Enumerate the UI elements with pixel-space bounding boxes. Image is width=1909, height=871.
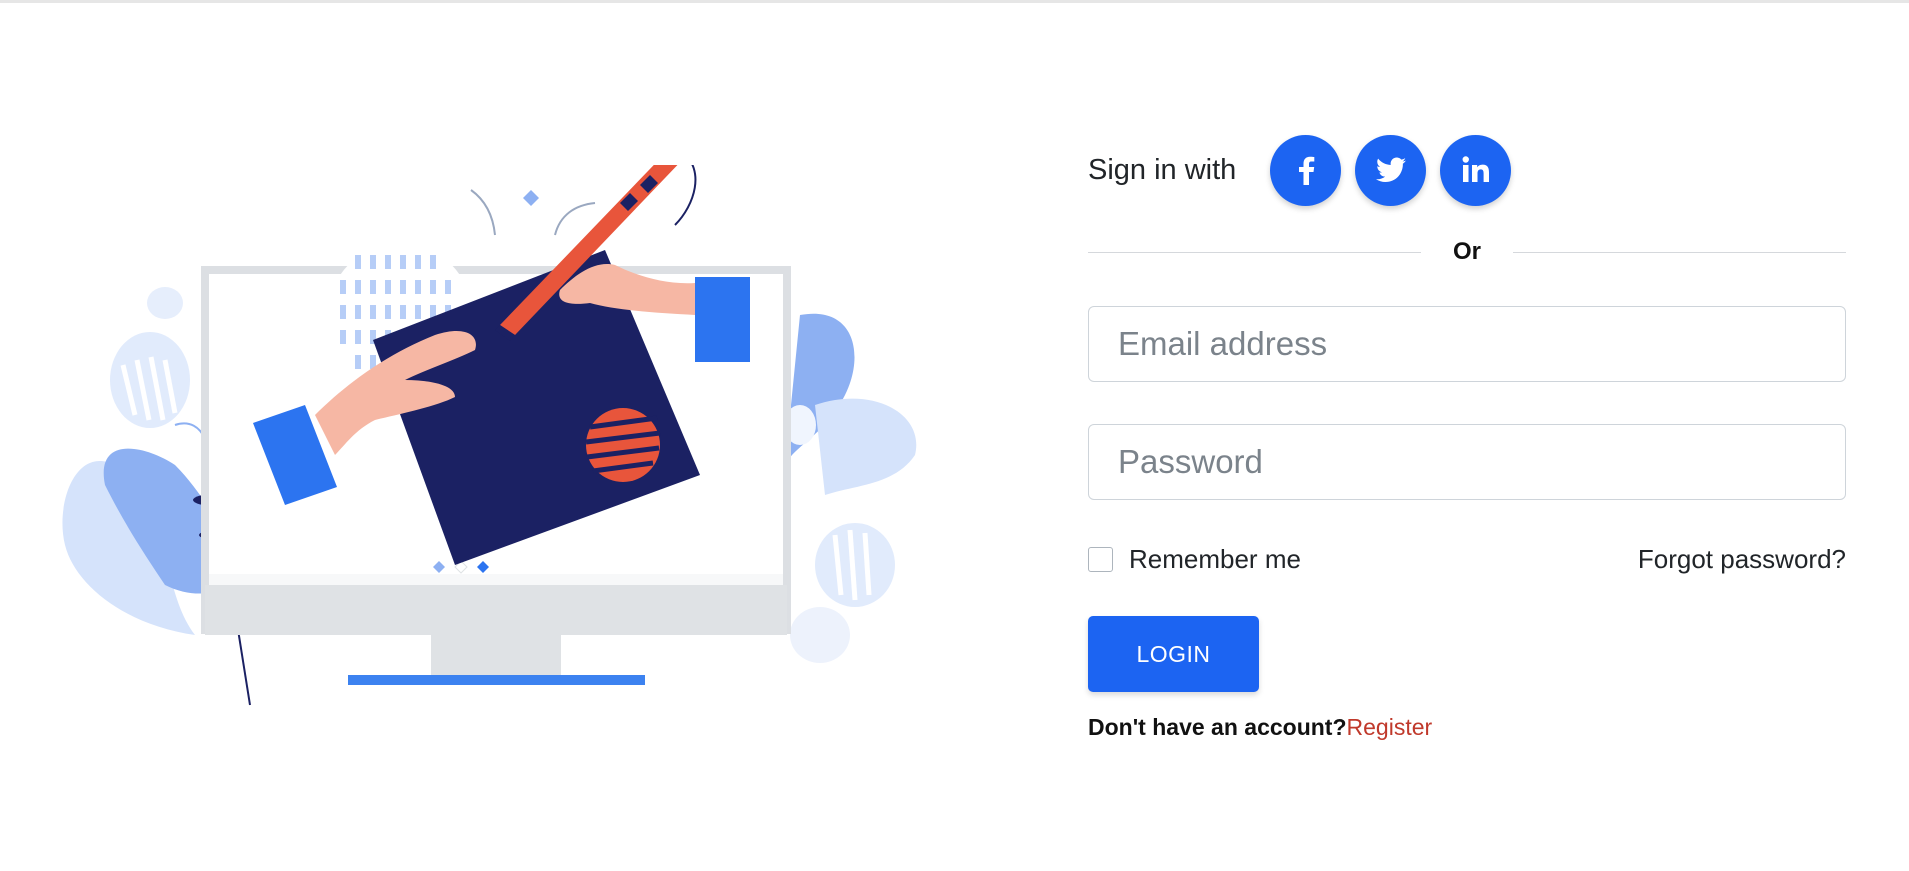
- linkedin-button[interactable]: [1440, 134, 1512, 206]
- twitter-icon: [1375, 157, 1406, 182]
- top-border: [0, 0, 1909, 3]
- password-input[interactable]: [1088, 424, 1846, 500]
- linkedin-icon: [1462, 156, 1489, 182]
- social-signin-row: Sign in with: [1088, 130, 1846, 210]
- email-input[interactable]: [1088, 306, 1846, 382]
- register-link[interactable]: Register: [1347, 714, 1433, 740]
- form-options-row: Remember me Forgot password?: [1088, 544, 1846, 575]
- twitter-button[interactable]: [1355, 134, 1427, 206]
- register-prompt: Don't have an account?Register: [1088, 714, 1846, 741]
- or-label: Or: [1453, 238, 1482, 265]
- or-divider: Or: [1088, 236, 1847, 268]
- divider-line-right: [1513, 251, 1847, 253]
- no-account-label: Don't have an account?: [1088, 714, 1347, 740]
- login-illustration: [55, 143, 925, 725]
- divider-line-left: [1088, 251, 1421, 253]
- login-button[interactable]: LOGIN: [1088, 616, 1259, 692]
- sign-in-with-label: Sign in with: [1088, 153, 1237, 186]
- computer-drawing-illustration: [62, 143, 917, 706]
- remember-me-checkbox[interactable]: [1088, 547, 1113, 572]
- forgot-password-link[interactable]: Forgot password?: [1638, 544, 1846, 575]
- remember-me-label: Remember me: [1129, 544, 1301, 574]
- facebook-button[interactable]: [1270, 134, 1342, 206]
- facebook-icon: [1298, 156, 1315, 185]
- remember-me[interactable]: Remember me: [1088, 544, 1301, 575]
- login-form: Sign in with Or Remember me: [1088, 130, 1847, 741]
